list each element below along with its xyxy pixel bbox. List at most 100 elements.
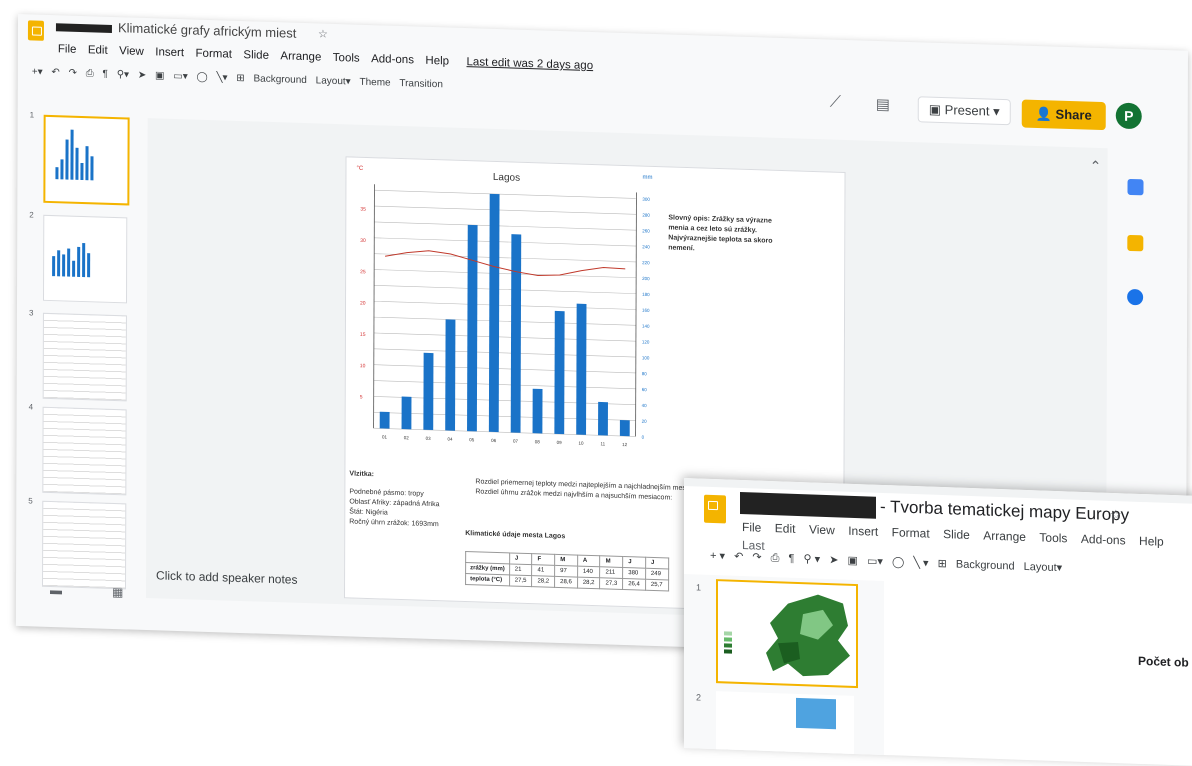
activity-icon[interactable]: ⟋ [830,94,841,112]
slide-thumbnail-5[interactable] [42,500,127,590]
avatar[interactable]: P [1115,102,1142,130]
menu-slide[interactable]: Slide [943,527,970,542]
comments-icon[interactable]: ▤ [876,95,890,113]
undo-icon[interactable]: ↶ [734,550,743,563]
menu-help[interactable]: Help [425,55,449,68]
right-tick-label: 120 [642,339,650,344]
line-icon[interactable]: ╲▾ [216,72,227,83]
x-tick-label: 04 [447,436,453,441]
theme-button[interactable]: Theme [359,77,390,89]
layout-button[interactable]: Layout▾ [316,75,351,87]
table-header-cell: M [554,554,578,567]
background-button[interactable]: Background [956,558,1015,572]
gridline [373,427,636,437]
menu-format[interactable]: Format [892,525,930,540]
menu-edit[interactable]: Edit [775,521,796,536]
menu-edit[interactable]: Edit [88,44,108,57]
right-tick-label: 280 [642,212,650,217]
table-cell: 140 [577,566,601,578]
slide-thumbnail-4[interactable] [42,406,127,496]
climate-table: JFMAMJJ zrážky (mm) 21 41 97 140 211 380 249 te… [465,551,669,591]
menu-insert[interactable]: Insert [848,524,878,539]
redo-icon[interactable]: ↷ [69,68,77,79]
tasks-icon[interactable] [1127,288,1144,306]
keep-icon[interactable] [1127,234,1144,252]
right-tick-label: 160 [642,308,650,313]
gridline [374,205,637,215]
slide-thumbnail-1[interactable] [43,114,130,206]
textbox-icon[interactable]: ▣ [155,70,164,81]
menu-arrange[interactable]: Arrange [983,528,1026,543]
zoom-icon[interactable]: ⚲ ▾ [804,552,821,566]
table-cell: 97 [554,565,578,578]
x-tick-label: 03 [426,436,432,441]
slide-thumbnail-1[interactable] [716,579,858,689]
paint-format-icon[interactable]: ¶ [103,69,108,80]
present-label: Present [944,102,990,119]
document-title[interactable]: Klimatické grafy africkým miest [118,20,296,41]
undo-icon[interactable]: ↶ [51,67,59,78]
menu-view[interactable]: View [809,522,835,537]
image-icon[interactable]: ▭▾ [173,71,188,82]
layout-button[interactable]: Layout▾ [1024,560,1063,574]
gridline [374,269,637,279]
menu-addons[interactable]: Add-ons [1081,532,1126,548]
menu-help[interactable]: Help [1139,534,1164,549]
share-label: Share [1055,106,1092,123]
textbox-icon[interactable]: ▣ [847,554,857,567]
document-title[interactable]: - Tvorba tematickej mapy Europy [880,497,1129,526]
menu-format[interactable]: Format [196,48,232,61]
x-tick-label: 10 [578,441,584,446]
print-icon[interactable]: ⎙ [86,68,94,79]
zoom-icon[interactable]: ⚲▾ [117,69,129,80]
present-button[interactable]: ▣ Present ▾ [917,96,1011,126]
menu-arrange[interactable]: Arrange [280,50,321,63]
select-icon[interactable]: ➤ [829,553,838,566]
precipitation-bar [532,388,543,434]
gridline [374,237,637,247]
menu-file[interactable]: File [742,520,761,535]
gridline [374,285,637,294]
menu-tools[interactable]: Tools [333,52,360,65]
redo-icon[interactable]: ↷ [752,550,761,563]
background-button[interactable]: Background [253,73,306,86]
comment-icon[interactable]: ⊞ [236,73,244,84]
table-cell: 21 [509,563,533,576]
shape-icon[interactable]: ◯ [196,72,207,83]
list-view-icon[interactable]: ▬ [50,583,62,597]
slide-thumbnail-2[interactable] [716,691,854,756]
last-edit-link[interactable]: Last edit was 2 days ago [467,56,594,72]
menu-view[interactable]: View [119,45,144,58]
menu-slide[interactable]: Slide [243,49,269,62]
grid-view-icon[interactable]: ▦ [112,585,123,599]
table-cell: 27,5 [509,574,532,587]
slide-thumbnail-2[interactable] [43,214,128,304]
table-cell: 28,2 [531,575,555,588]
slide-thumbnail-3[interactable] [42,312,127,402]
new-slide-icon[interactable]: + ▾ [710,549,725,563]
line-icon[interactable]: ╲ ▾ [913,556,928,570]
menu-addons[interactable]: Add-ons [371,53,414,66]
image-icon[interactable]: ▭▾ [867,554,883,568]
chevron-up-icon[interactable]: ⌃ [1090,158,1102,175]
share-button[interactable]: 👤 Share [1021,99,1106,131]
calendar-icon[interactable] [1127,178,1144,196]
menu-file[interactable]: File [58,43,77,56]
left-tick-label: 5 [360,394,363,400]
comment-icon[interactable]: ⊞ [938,557,947,570]
right-tick-label: 20 [642,419,648,424]
menu-tools[interactable]: Tools [1039,530,1067,545]
gridline [373,348,636,358]
print-icon[interactable]: ⎙ [771,552,780,565]
select-icon[interactable]: ➤ [138,70,146,81]
star-icon[interactable]: ☆ [1110,507,1122,523]
slide-number: 2 [29,210,34,220]
paint-format-icon[interactable]: ¶ [789,553,795,565]
slides-logo[interactable] [704,494,726,524]
slides-logo[interactable] [27,20,44,41]
shape-icon[interactable]: ◯ [892,555,904,568]
menu-insert[interactable]: Insert [155,46,184,59]
new-slide-icon[interactable]: +▾ [32,66,43,77]
star-icon[interactable]: ☆ [318,27,328,40]
transition-button[interactable]: Transition [399,78,443,90]
